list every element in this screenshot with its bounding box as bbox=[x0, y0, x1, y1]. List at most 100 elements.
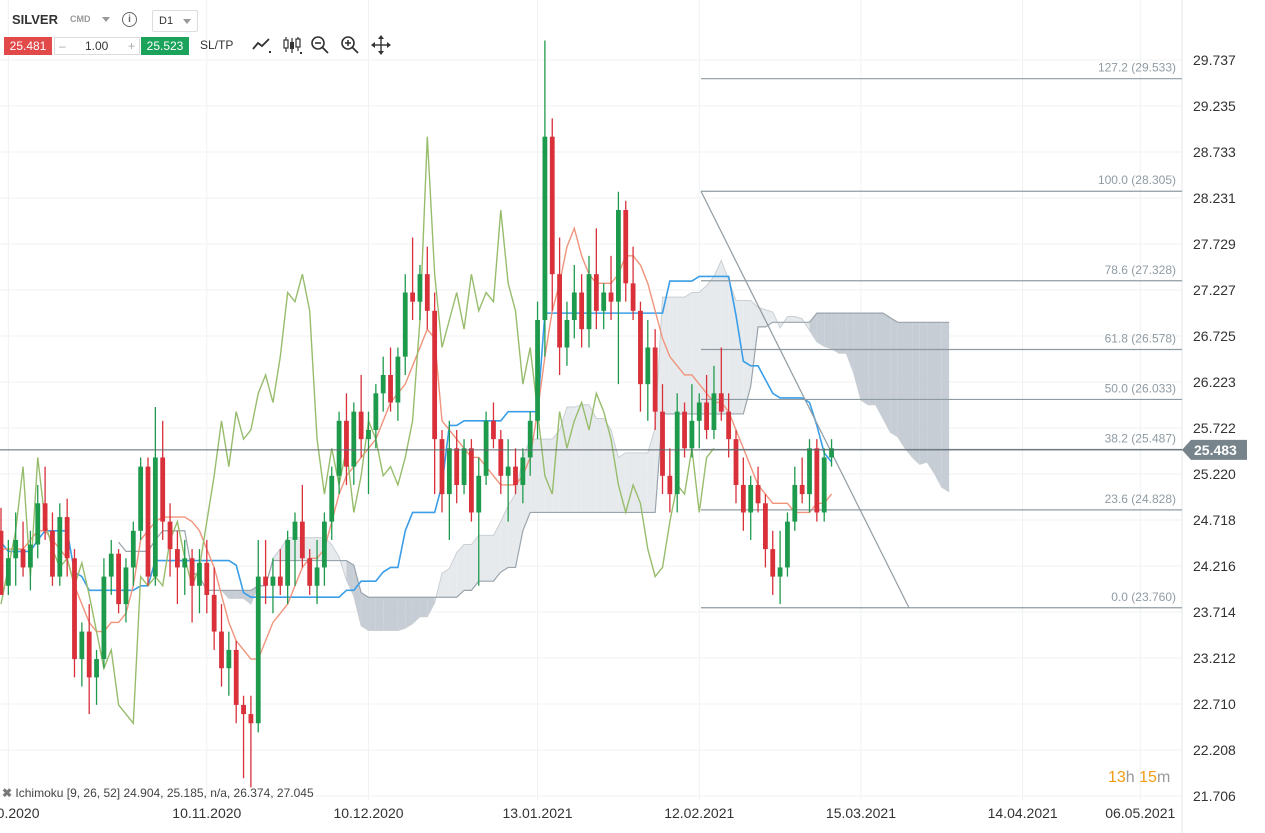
candle-body bbox=[307, 558, 313, 586]
move-icon[interactable] bbox=[370, 34, 392, 56]
symbol-type: CMD bbox=[70, 14, 91, 24]
cloud-segment bbox=[883, 313, 891, 433]
cloud-segment bbox=[919, 322, 928, 465]
x-tick-label: 2.10.2020 bbox=[0, 805, 40, 821]
candle-body bbox=[64, 517, 70, 559]
candle-body bbox=[755, 484, 761, 504]
cloud-segment bbox=[508, 494, 516, 568]
cloud-segment bbox=[669, 297, 678, 414]
candle-body bbox=[623, 210, 629, 284]
candle-body bbox=[792, 484, 798, 522]
cloud-segment bbox=[596, 418, 604, 513]
candle-body bbox=[586, 274, 592, 330]
cloud-segment bbox=[464, 544, 472, 591]
candle-body bbox=[123, 567, 129, 605]
cloud-segment bbox=[860, 313, 869, 405]
cloud-segment bbox=[581, 404, 589, 513]
y-tick-label: 23.714 bbox=[1193, 604, 1236, 620]
info-icon[interactable]: i bbox=[122, 12, 137, 27]
symbol-dropdown-icon[interactable] bbox=[102, 17, 110, 22]
price-chart[interactable]: 127.2 (29.533) 100.0 (28.305) 78.6 (27.328… bbox=[0, 0, 1265, 833]
candlestick-icon[interactable] bbox=[281, 34, 303, 56]
line-chart-icon[interactable] bbox=[250, 34, 272, 56]
cloud-segment bbox=[824, 313, 832, 349]
candle-body bbox=[79, 631, 85, 660]
timer-h-unit: h bbox=[1125, 769, 1135, 786]
cloud-segment bbox=[713, 260, 722, 414]
candle-body bbox=[513, 466, 518, 485]
candle-body bbox=[785, 521, 790, 568]
close-icon[interactable]: ✖ bbox=[2, 786, 12, 800]
candle-body bbox=[821, 457, 827, 513]
indicator-legend[interactable]: ✖ Ichimoku [9, 26, 52] 24.904, 25.185, n… bbox=[2, 786, 314, 800]
candle-body bbox=[454, 448, 460, 485]
candle-body bbox=[5, 558, 11, 586]
x-tick-label: 06.05.2021 bbox=[1105, 805, 1175, 821]
candle-body bbox=[28, 544, 33, 568]
candle-body bbox=[167, 521, 173, 550]
sell-button[interactable]: 25.481 bbox=[4, 37, 52, 55]
candle-body bbox=[740, 484, 746, 513]
candle-body bbox=[255, 576, 261, 724]
candle-body bbox=[461, 448, 467, 485]
timeframe-value: D1 bbox=[159, 15, 174, 27]
candle-body bbox=[13, 539, 19, 559]
candle-body bbox=[299, 521, 305, 559]
candle-body bbox=[204, 562, 210, 595]
cloud-segment bbox=[618, 452, 626, 513]
x-tick-label: 13.01.2021 bbox=[503, 805, 573, 821]
candle-body bbox=[101, 576, 107, 660]
candle-body bbox=[601, 292, 607, 311]
candle-body bbox=[241, 704, 246, 715]
sltp-button[interactable]: SL/TP bbox=[200, 38, 233, 52]
quantity-decrease-button[interactable]: – bbox=[59, 38, 66, 54]
candle-body bbox=[638, 310, 643, 385]
candle-countdown: 13h 15m bbox=[1108, 769, 1170, 787]
cloud-segment bbox=[838, 313, 847, 354]
quantity-increase-button[interactable]: + bbox=[128, 38, 135, 54]
cloud-segment bbox=[559, 407, 567, 513]
candle-body bbox=[763, 503, 768, 550]
buy-button[interactable]: 25.523 bbox=[141, 37, 189, 55]
zoom-in-icon[interactable] bbox=[339, 34, 361, 56]
cloud-segment bbox=[368, 597, 376, 631]
timeframe-select[interactable]: D1 bbox=[152, 10, 198, 32]
candle-body bbox=[35, 503, 41, 545]
cloud-segment bbox=[691, 292, 700, 414]
y-tick-label: 23.212 bbox=[1193, 650, 1236, 666]
candlestick-series bbox=[0, 40, 834, 788]
fib-level-label: 100.0 (28.305) bbox=[1098, 173, 1176, 187]
fib-level-label: 23.6 (24.828) bbox=[1105, 492, 1176, 506]
fib-level-label: 78.6 (27.328) bbox=[1105, 263, 1176, 277]
cloud-segment bbox=[375, 597, 384, 631]
fib-level-label: 38.2 (25.487) bbox=[1105, 431, 1176, 445]
fib-level-label: 0.0 (23.760) bbox=[1111, 590, 1176, 604]
quantity-input[interactable]: 1.00 bbox=[85, 38, 108, 54]
candle-body bbox=[696, 402, 702, 421]
candle-body bbox=[130, 530, 136, 568]
candle-body bbox=[395, 356, 401, 403]
x-axis: 2.10.2020 10.11.2020 10.12.2020 13.01.2021 1… bbox=[0, 805, 1175, 821]
candle-body bbox=[94, 659, 99, 678]
y-tick-label: 26.725 bbox=[1193, 328, 1236, 344]
cloud-segment bbox=[816, 313, 825, 347]
candle-body bbox=[0, 530, 4, 595]
candle-body bbox=[799, 484, 805, 495]
candle-body bbox=[777, 567, 783, 577]
candle-body bbox=[476, 475, 482, 513]
y-tick-label: 22.710 bbox=[1193, 696, 1236, 712]
candle-body bbox=[189, 558, 195, 586]
candle-body bbox=[608, 292, 614, 302]
quantity-stepper[interactable]: – 1.00 + bbox=[54, 37, 140, 55]
zoom-out-icon[interactable] bbox=[309, 34, 331, 56]
candle-body bbox=[616, 210, 621, 302]
candle-body bbox=[682, 411, 687, 449]
cloud-segment bbox=[633, 452, 641, 513]
candle-body bbox=[645, 347, 651, 385]
candle-body bbox=[233, 649, 239, 705]
symbol-name[interactable]: SILVER bbox=[12, 12, 58, 27]
candle-body bbox=[807, 448, 812, 495]
candle-body bbox=[314, 567, 320, 586]
candle-body bbox=[226, 649, 232, 669]
candle-body bbox=[410, 292, 415, 302]
